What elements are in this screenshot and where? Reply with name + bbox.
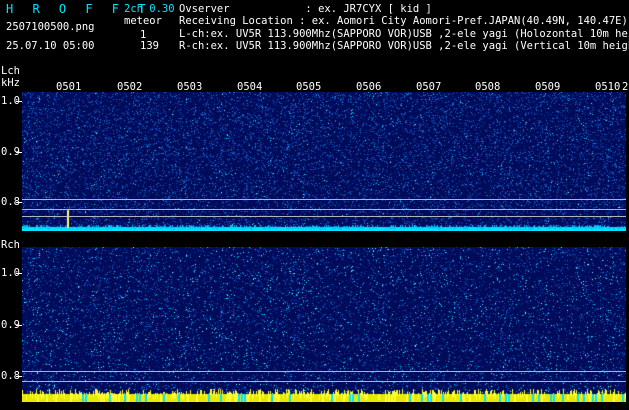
rch-ytick bbox=[16, 325, 22, 326]
lch-label: Lch bbox=[1, 65, 20, 77]
lch-spectrogram-canvas bbox=[22, 92, 626, 231]
time-label: 0501 bbox=[56, 81, 82, 93]
lch-spectrogram bbox=[22, 92, 626, 231]
hrofft-window: H R O F F T 2507100500.png 25.07.10 05:0… bbox=[0, 0, 629, 410]
time-label: 0504 bbox=[237, 81, 263, 93]
time-label: 0509 bbox=[535, 81, 561, 93]
rch-spectrogram bbox=[22, 247, 626, 402]
rch-info-line: R-ch:ex. UV5R 113.900Mhz(SAPPORO VOR)USB… bbox=[179, 40, 629, 52]
time-label: 0503 bbox=[177, 81, 203, 93]
rch-gridline bbox=[22, 381, 626, 382]
time-label-trailing: 2 bbox=[622, 81, 629, 93]
mode-label: 2ch 0.30 bbox=[124, 3, 175, 15]
lch-ytick bbox=[16, 152, 22, 153]
observer-line: Ovserver : ex. JR7CYX [ kid ] bbox=[179, 3, 432, 15]
lch-gridline bbox=[22, 199, 626, 200]
rch-ytick bbox=[16, 376, 22, 377]
lch-unit: kHz bbox=[1, 77, 20, 89]
meteor-label: meteor bbox=[124, 15, 162, 27]
rch-label: Rch bbox=[1, 239, 20, 251]
rch-spectrogram-canvas bbox=[22, 247, 626, 402]
lch-gridline bbox=[22, 209, 626, 210]
time-label: 0505 bbox=[296, 81, 322, 93]
time-label: 0506 bbox=[356, 81, 382, 93]
time-label: 0508 bbox=[475, 81, 501, 93]
rch-ytick bbox=[16, 273, 22, 274]
time-label: 0510 bbox=[595, 81, 621, 93]
lch-gridline bbox=[22, 216, 626, 217]
time-label: 0502 bbox=[117, 81, 143, 93]
rch-gridline bbox=[22, 371, 626, 372]
lch-ytick bbox=[16, 202, 22, 203]
lch-info-line: L-ch:ex. UV5R 113.900Mhz(SAPPORO VOR)USB… bbox=[179, 28, 629, 40]
lch-ytick bbox=[16, 101, 22, 102]
location-line: Receiving Location : ex. Aomori City Aom… bbox=[179, 15, 628, 27]
time-label: 0507 bbox=[416, 81, 442, 93]
meteor-count-rch: 139 bbox=[140, 40, 159, 52]
meteor-count-lch: 1 bbox=[140, 29, 147, 41]
filename: 2507100500.png bbox=[6, 21, 95, 33]
datetime: 25.07.10 05:00 bbox=[6, 40, 95, 52]
